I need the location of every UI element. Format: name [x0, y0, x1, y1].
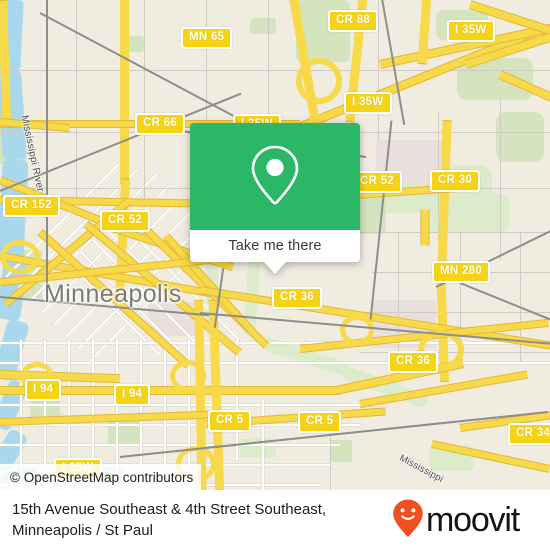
- street: [0, 342, 550, 344]
- highway-shield: CR 36: [272, 287, 323, 309]
- minor-road: [144, 0, 145, 200]
- motorway: [120, 0, 129, 184]
- highway-shield: MN 280: [432, 261, 491, 283]
- location-popup-card[interactable]: Take me there: [190, 123, 360, 274]
- minor-road: [378, 0, 379, 140]
- highway-shield: I 94: [25, 379, 62, 401]
- park-area: [496, 112, 544, 162]
- highway-shield: CR 66: [135, 113, 186, 135]
- popup-header: [190, 123, 360, 230]
- street: [236, 340, 238, 460]
- street: [0, 362, 550, 364]
- street: [0, 404, 380, 406]
- highway-shield: I 35W: [447, 20, 495, 42]
- street: [0, 444, 340, 446]
- minor-road: [268, 0, 269, 130]
- motorway: [420, 209, 430, 246]
- location-title: 15th Avenue Southeast & 4th Street South…: [12, 499, 392, 541]
- highway-shield: I 94: [114, 384, 151, 406]
- highway-shield: MN 65: [181, 27, 233, 49]
- osm-attribution-text: © OpenStreetMap contributors: [10, 469, 194, 485]
- highway-shield: CR 34: [508, 423, 550, 445]
- moovit-logo[interactable]: moovit: [392, 498, 520, 543]
- highway-shield: CR 36: [388, 351, 439, 373]
- osm-attribution[interactable]: © OpenStreetMap contributors: [0, 464, 202, 490]
- motorway-ramp: [296, 58, 342, 104]
- highway-shield: CR 152: [3, 195, 60, 217]
- location-title-line1: 15th Avenue Southeast & 4th Street South…: [12, 501, 327, 518]
- highway-shield: CR 5: [208, 410, 252, 432]
- map-screenshot: Mississippi River Mississippi Minneapoli…: [0, 0, 550, 550]
- take-me-there-button[interactable]: Take me there: [190, 230, 360, 274]
- highway-shield: I 35W: [344, 92, 392, 114]
- minor-road: [330, 430, 331, 490]
- park-area: [250, 18, 276, 34]
- map-pin-icon: [249, 142, 301, 211]
- street: [262, 400, 264, 490]
- highway-shield: CR 30: [430, 170, 481, 192]
- minor-road: [500, 100, 501, 260]
- city-label: Minneapolis: [44, 280, 182, 308]
- motorway-ramp: [0, 240, 40, 274]
- highway-shield: CR 5: [298, 411, 342, 433]
- location-title-line2: Minneapolis / St Paul: [12, 522, 153, 539]
- moovit-wordmark: moovit: [426, 501, 520, 539]
- motorway-ramp: [170, 360, 206, 392]
- moovit-pin-icon: [392, 498, 424, 543]
- highway-shield: CR 88: [328, 10, 379, 32]
- minor-road: [76, 0, 77, 200]
- take-me-there-label: Take me there: [228, 238, 322, 254]
- highway-shield: CR 52: [100, 210, 151, 232]
- railway: [46, 0, 48, 300]
- footer-bar: 15th Avenue Southeast & 4th Street South…: [0, 490, 550, 550]
- minor-road: [0, 70, 550, 71]
- popup-pointer: [264, 262, 286, 274]
- motorway-ramp: [340, 315, 374, 345]
- park-area: [420, 193, 510, 233]
